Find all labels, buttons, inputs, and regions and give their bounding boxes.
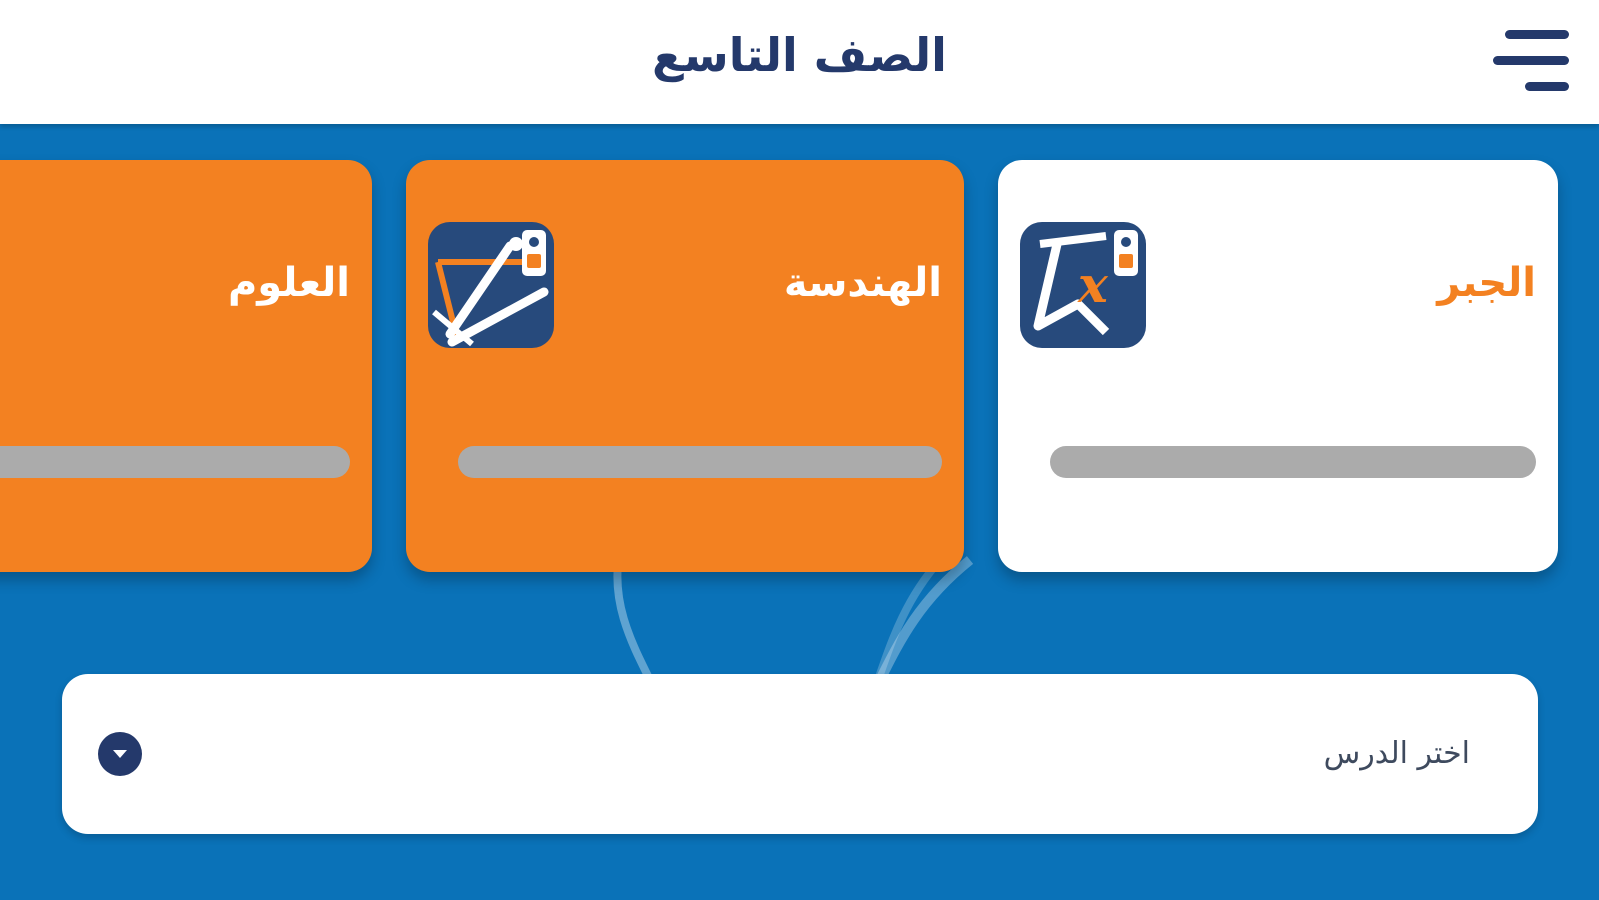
geometry-icon: [428, 222, 554, 348]
hamburger-menu-icon[interactable]: [1491, 26, 1581, 96]
subject-card-geometry[interactable]: الهندسة: [406, 160, 964, 572]
chevron-down-icon[interactable]: [98, 732, 142, 776]
subject-card-science[interactable]: العلوم: [0, 160, 372, 572]
subject-card-algebra[interactable]: x الجبر: [998, 160, 1558, 572]
subject-progress-bar: [458, 446, 942, 478]
subject-progress-bar: [1050, 446, 1536, 478]
lesson-select-placeholder: اختر الدرس: [1323, 736, 1470, 771]
app-screen: الصف التاسع x الجبر الهندسة العلوم اختر …: [0, 0, 1599, 900]
subject-title: العلوم: [227, 260, 350, 306]
algebra-icon: x: [1020, 222, 1146, 348]
svg-text:x: x: [1077, 255, 1109, 314]
subject-title: الجبر: [1437, 260, 1536, 306]
page-title: الصف التاسع: [652, 28, 947, 82]
subject-progress-bar: [0, 446, 350, 478]
header: الصف التاسع: [0, 0, 1599, 124]
lesson-select[interactable]: اختر الدرس: [62, 674, 1538, 834]
subject-title: الهندسة: [783, 260, 942, 306]
